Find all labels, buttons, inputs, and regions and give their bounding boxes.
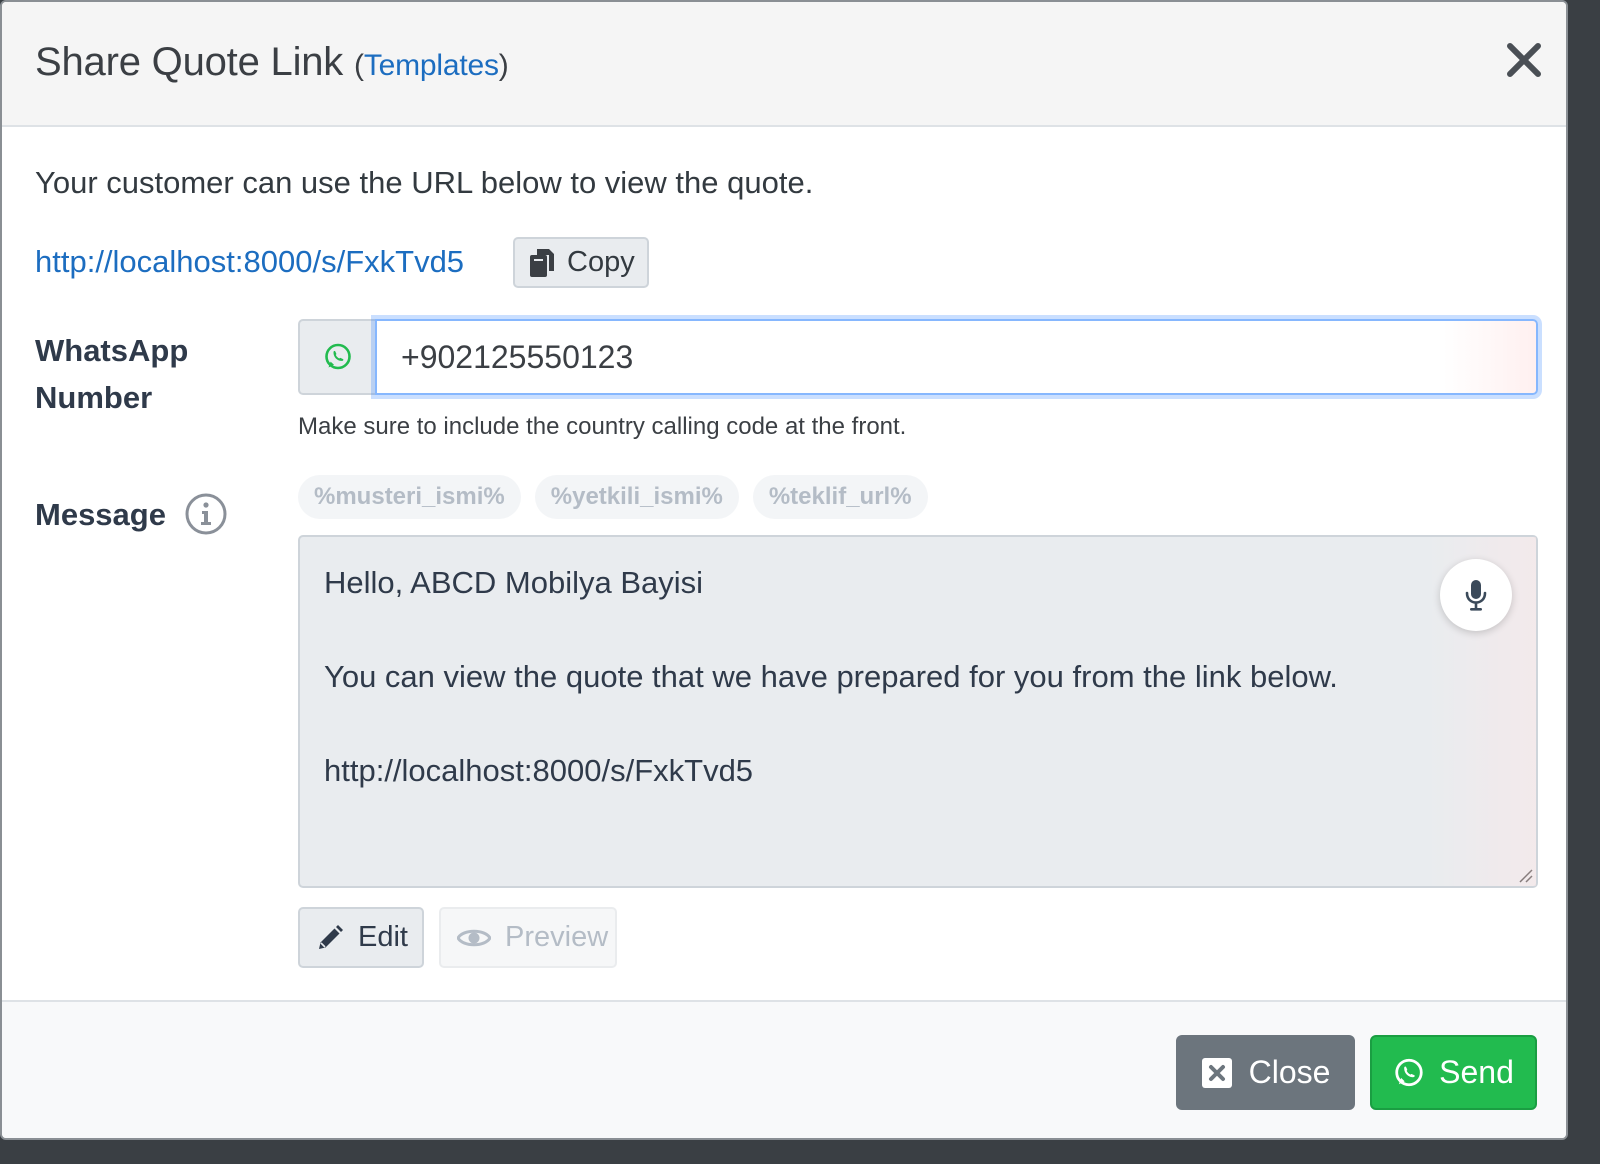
message-line: http://localhost:8000/s/FxkTvd5: [324, 753, 754, 788]
whatsapp-icon: [1395, 1058, 1423, 1086]
share-quote-modal: Share Quote Link (Templates) Your custom…: [0, 0, 1568, 1140]
modal-title-text: Share Quote Link: [35, 40, 344, 84]
whatsapp-label: WhatsApp Number: [35, 327, 188, 421]
preview-label: Preview: [505, 921, 609, 953]
whatsapp-help-text: Make sure to include the country calling…: [298, 413, 907, 440]
copy-button[interactable]: Copy: [513, 237, 649, 288]
modal-title: Share Quote Link (Templates): [35, 40, 509, 85]
whatsapp-label-line1: WhatsApp: [35, 333, 189, 368]
whatsapp-input-group: [298, 319, 1538, 395]
copy-label: Copy: [567, 246, 635, 278]
quote-url-link[interactable]: http://localhost:8000/s/FxkTvd5: [35, 244, 464, 280]
message-line: Hello, ABCD Mobilya Bayisi: [324, 565, 704, 600]
whatsapp-icon: [298, 319, 375, 395]
close-icon[interactable]: [1504, 40, 1544, 80]
edit-label: Edit: [358, 921, 408, 953]
message-line: [324, 700, 1512, 747]
resize-handle-icon[interactable]: [1516, 866, 1534, 884]
whatsapp-number-input[interactable]: [375, 319, 1538, 395]
modal-footer: Close Send: [2, 1000, 1566, 1138]
message-line: [324, 606, 1512, 653]
microphone-button[interactable]: [1440, 559, 1512, 631]
copy-icon: [530, 248, 554, 277]
templates-link[interactable]: Templates: [364, 49, 499, 82]
edit-button[interactable]: Edit: [298, 907, 424, 968]
eye-icon: [457, 929, 491, 946]
send-button[interactable]: Send: [1370, 1035, 1537, 1110]
intro-text: Your customer can use the URL below to v…: [35, 165, 814, 200]
preview-button[interactable]: Preview: [439, 907, 617, 968]
message-label: Message: [35, 497, 166, 532]
placeholder-chips: %musteri_ismi% %yetkili_ismi% %teklif_ur…: [298, 475, 928, 519]
whatsapp-label-line2: Number: [35, 380, 153, 415]
close-label: Close: [1248, 1054, 1331, 1090]
info-icon[interactable]: [184, 492, 228, 536]
paren-close: ): [498, 49, 509, 82]
pencil-icon: [319, 924, 343, 949]
modal-body: Your customer can use the URL below to v…: [2, 127, 1566, 1000]
placeholder-chip[interactable]: %teklif_url%: [752, 475, 928, 519]
microphone-icon: [1465, 580, 1487, 611]
close-button[interactable]: Close: [1176, 1035, 1355, 1110]
placeholder-chip[interactable]: %yetkili_ismi%: [534, 475, 739, 519]
send-label: Send: [1439, 1054, 1514, 1090]
modal-header: Share Quote Link (Templates): [2, 2, 1566, 127]
paren-open: (: [354, 49, 364, 82]
message-line: You can view the quote that we have prep…: [324, 659, 1338, 694]
message-textarea[interactable]: Hello, ABCD Mobilya Bayisi You can view …: [298, 535, 1538, 888]
placeholder-chip[interactable]: %musteri_ismi%: [298, 475, 521, 519]
close-square-icon: [1201, 1057, 1232, 1088]
